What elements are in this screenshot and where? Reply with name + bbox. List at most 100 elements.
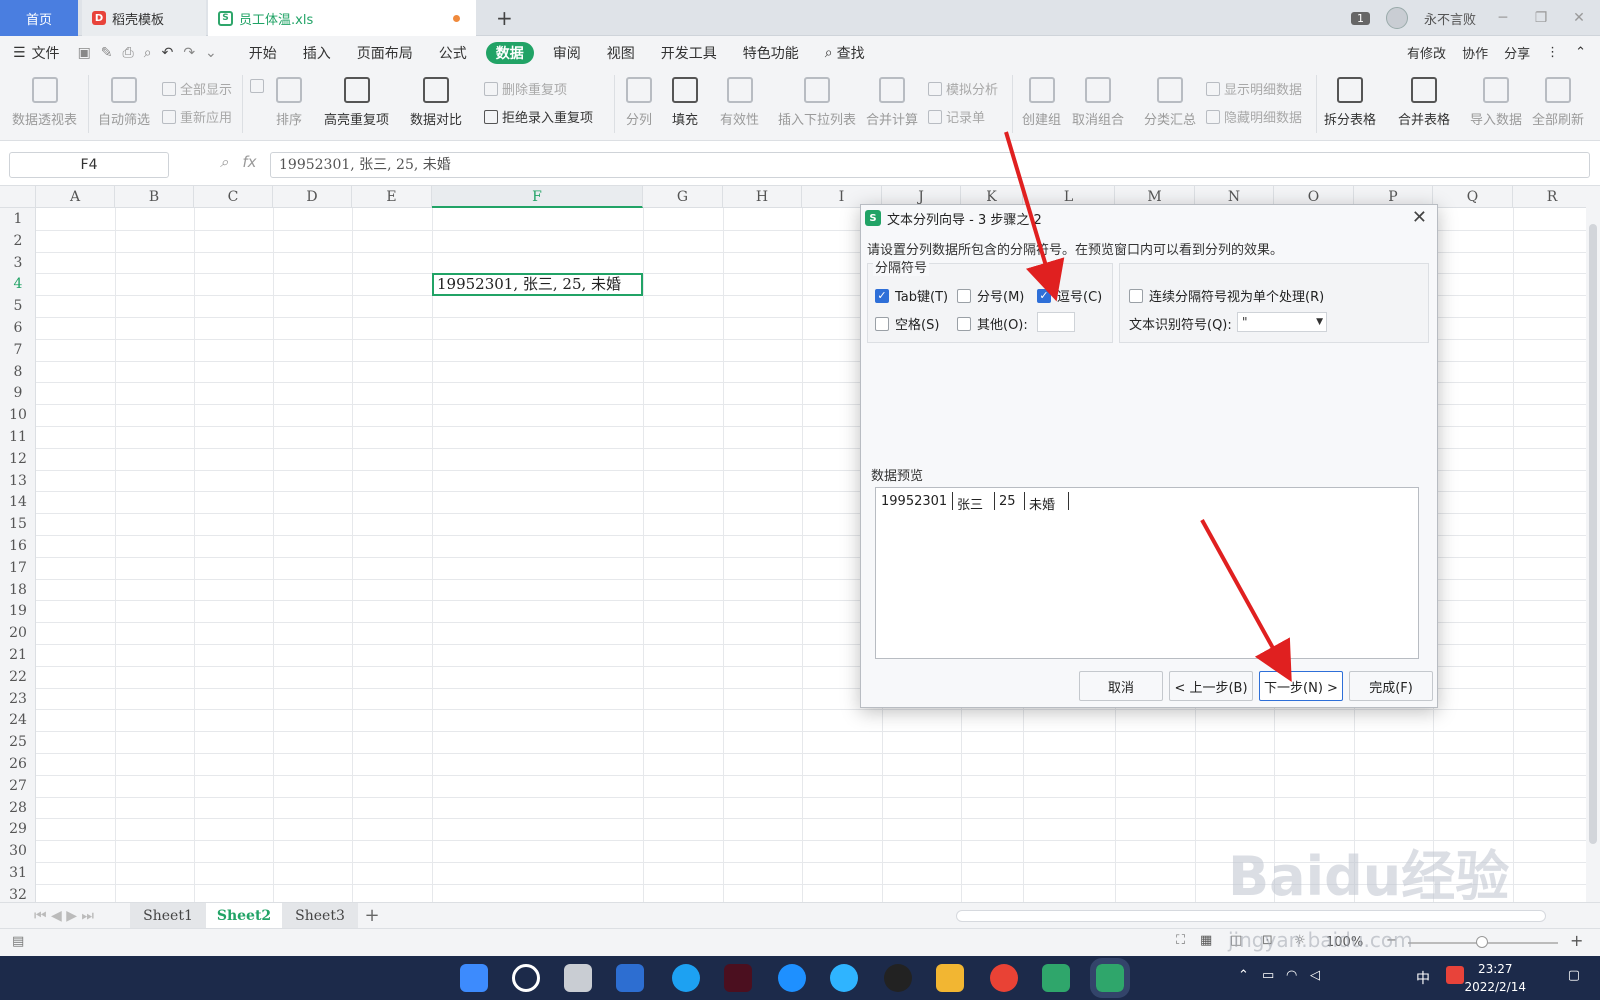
other-delimiter-input[interactable]	[1037, 312, 1075, 332]
row-header[interactable]: 18	[0, 579, 36, 601]
user-name[interactable]: 永不言败	[1424, 9, 1476, 28]
row-header[interactable]: 9	[0, 382, 36, 404]
minimize-icon[interactable]: ─	[1492, 10, 1514, 26]
undo-icon[interactable]: ↶	[157, 45, 179, 61]
row-header[interactable]: 2	[0, 230, 36, 252]
insert-dropdown-button[interactable]: 插入下拉列表	[778, 77, 856, 128]
refresh-all-button[interactable]: 全部刷新	[1532, 77, 1584, 128]
data-compare-button[interactable]: 数据对比	[410, 77, 462, 128]
vertical-scrollbar[interactable]	[1586, 186, 1600, 902]
sheet-tab-1[interactable]: Sheet1	[130, 903, 206, 929]
window-count-badge[interactable]: 1	[1350, 11, 1370, 25]
name-box[interactable]: F4	[9, 152, 169, 178]
horizontal-scrollbar[interactable]	[956, 910, 1546, 922]
avatar[interactable]	[1385, 7, 1408, 29]
row-header[interactable]: 11	[0, 426, 36, 448]
pivot-table-button[interactable]: 数据透视表	[12, 77, 77, 128]
row-header[interactable]: 1	[0, 208, 36, 230]
ime-indicator[interactable]: 中	[1416, 968, 1430, 988]
comma-checkbox[interactable]: ✓ 逗号(C)	[1037, 286, 1102, 305]
task-view-icon[interactable]	[564, 964, 592, 992]
record-form-button[interactable]: 记录单	[928, 107, 985, 126]
redo-icon[interactable]: ↷	[178, 45, 200, 61]
validity-button[interactable]: 有效性	[720, 77, 759, 128]
row-header[interactable]: 31	[0, 862, 36, 884]
ungroup-button[interactable]: 取消组合	[1072, 77, 1124, 128]
search-icon[interactable]	[512, 964, 540, 992]
row-header[interactable]: 15	[0, 513, 36, 535]
split-table-button[interactable]: 拆分表格	[1324, 77, 1376, 128]
tab-checkbox[interactable]: ✓ Tab键(T)	[875, 286, 948, 305]
row-header[interactable]: 21	[0, 644, 36, 666]
wps-sheet-icon[interactable]	[1090, 958, 1130, 998]
chat-icon[interactable]	[830, 964, 858, 992]
import-data-button[interactable]: 导入数据	[1470, 77, 1522, 128]
indesign-icon[interactable]	[724, 964, 752, 992]
create-group-button[interactable]: 创建组	[1022, 77, 1061, 128]
zoom-in-icon[interactable]: +	[1570, 931, 1583, 950]
tab-home[interactable]: 首页	[0, 0, 78, 36]
delete-duplicates-button[interactable]: 删除重复项	[484, 79, 567, 98]
what-if-button[interactable]: 模拟分析	[928, 79, 998, 98]
wps-tray-icon[interactable]	[1446, 966, 1464, 984]
column-header-selected[interactable]: F	[432, 186, 643, 208]
row-header[interactable]: 5	[0, 295, 36, 317]
format-painter-icon[interactable]: ✎	[96, 45, 118, 61]
highlight-duplicates-button[interactable]: 高亮重复项	[324, 77, 389, 128]
tab-file[interactable]: S 员工体温.xls	[208, 0, 476, 36]
reject-duplicates-button[interactable]: 拒绝录入重复项	[484, 107, 593, 126]
fill-button[interactable]: 填充	[672, 77, 698, 128]
menu-search[interactable]: ⌕ 查找	[812, 36, 878, 69]
formula-input[interactable]: 19952301, 张三, 25, 未婚	[270, 152, 1590, 178]
wifi-icon[interactable]: ◠	[1286, 968, 1297, 983]
new-tab-button[interactable]: +	[496, 6, 513, 30]
tray-chevron-icon[interactable]: ⌃	[1238, 968, 1249, 983]
row-header[interactable]: 20	[0, 622, 36, 644]
row-header[interactable]: 6	[0, 317, 36, 339]
share-button[interactable]: 分享	[1504, 43, 1530, 62]
column-header[interactable]: H	[723, 186, 802, 208]
restore-icon[interactable]: ❐	[1530, 10, 1552, 26]
row-header[interactable]: 28	[0, 797, 36, 819]
row-header[interactable]: 22	[0, 666, 36, 688]
zoom-icon[interactable]: ⌕	[220, 153, 228, 171]
row-header[interactable]: 26	[0, 753, 36, 775]
auto-filter-button[interactable]: 自动筛选	[98, 77, 150, 128]
row-header[interactable]: 27	[0, 775, 36, 797]
row-header[interactable]: 3	[0, 252, 36, 274]
row-header[interactable]: 13	[0, 470, 36, 492]
hide-detail-button[interactable]: 隐藏明细数据	[1206, 107, 1302, 126]
semicolon-checkbox[interactable]: 分号(M)	[957, 286, 1024, 305]
column-header[interactable]: C	[194, 186, 273, 208]
menu-formula[interactable]: 公式	[426, 36, 480, 69]
column-header[interactable]: B	[115, 186, 194, 208]
reapply-button[interactable]: 重新应用	[162, 107, 232, 126]
space-checkbox[interactable]: 空格(S)	[875, 314, 939, 333]
menu-data[interactable]: 数据	[485, 41, 534, 64]
back-button[interactable]: < 上一步(B)	[1169, 671, 1253, 701]
menu-features[interactable]: 特色功能	[730, 36, 812, 69]
windows-start-icon[interactable]	[460, 964, 488, 992]
close-window-icon[interactable]: ✕	[1568, 10, 1590, 26]
row-header[interactable]: 30	[0, 840, 36, 862]
consecutive-checkbox[interactable]: 连续分隔符号视为单个处理(R)	[1129, 286, 1324, 305]
add-sheet-button[interactable]: +	[362, 903, 382, 929]
cancel-button[interactable]: 取消	[1079, 671, 1163, 701]
other-checkbox[interactable]: 其他(O):	[957, 314, 1028, 333]
next-button[interactable]: 下一步(N) >	[1259, 671, 1343, 701]
qualifier-select[interactable]: " ▼	[1237, 312, 1327, 332]
sort-button[interactable]: 排序	[276, 77, 302, 128]
sheet-tab-2[interactable]: Sheet2	[206, 903, 282, 929]
sheet-nav-arrows[interactable]: ⏮ ◀ ▶ ⏭	[14, 903, 114, 929]
data-preview-box[interactable]: 19952301 张三 25 未婚	[875, 487, 1419, 659]
more-icon[interactable]: ⋮	[1546, 45, 1559, 60]
row-header[interactable]: 29	[0, 818, 36, 840]
collaborate-button[interactable]: 协作	[1462, 43, 1488, 62]
menu-view[interactable]: 视图	[594, 36, 648, 69]
menu-insert[interactable]: 插入	[290, 36, 344, 69]
subtotal-button[interactable]: 分类汇总	[1144, 77, 1196, 128]
row-header[interactable]: 14	[0, 491, 36, 513]
battery-icon[interactable]: ▭	[1262, 968, 1274, 983]
column-header[interactable]: R	[1513, 186, 1590, 208]
qq-icon[interactable]	[884, 964, 912, 992]
